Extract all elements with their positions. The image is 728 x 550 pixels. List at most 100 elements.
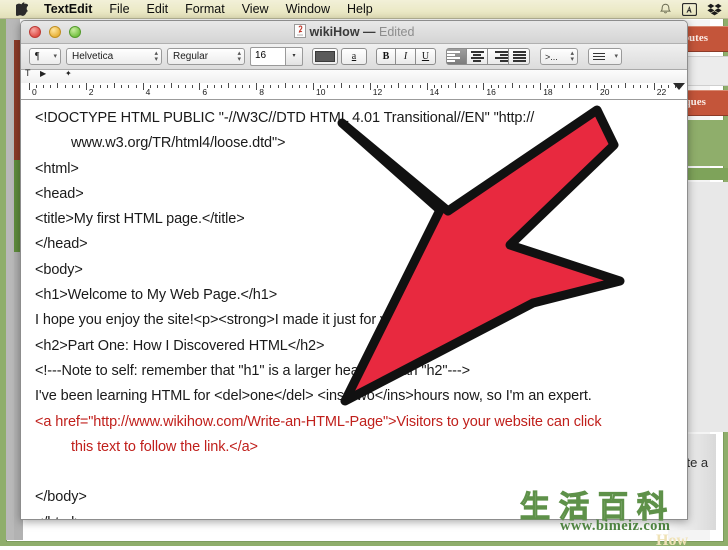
text-color-button[interactable] [312, 48, 338, 65]
font-style-popup[interactable]: Regular ▴ ▾ [167, 48, 245, 65]
document-line[interactable]: www.w3.org/TR/html4/loose.dtd"> [35, 131, 677, 156]
font-size-menu-icon[interactable]: ▾ [285, 47, 303, 66]
stepper-icon: ▴ ▾ [237, 49, 241, 63]
minimize-button[interactable] [49, 26, 61, 38]
textedit-window: wikiHow — Edited ¶ ▾ Helvetica ▴ ▾ Regula… [20, 20, 688, 520]
ruler-tick-minor [163, 85, 165, 88]
ruler-tick-minor [305, 85, 307, 88]
align-right-button[interactable] [488, 48, 509, 65]
left-margin-marker-icon[interactable]: ✦ [65, 69, 72, 78]
window-edited-state: Edited [379, 24, 415, 39]
list-style-popup[interactable]: ▾ [588, 48, 622, 65]
align-left-button[interactable] [446, 48, 467, 65]
ruler-tick-label: 20 [600, 87, 610, 97]
background-color-label: a [351, 51, 357, 62]
document-line[interactable]: <h2>Part One: How I Discovered HTML</h2> [35, 334, 677, 359]
bell-icon[interactable] [659, 3, 672, 16]
ruler-tick-minor [43, 85, 45, 88]
underline-button[interactable]: U [416, 48, 436, 65]
right-margin-marker-icon[interactable] [673, 83, 685, 90]
ruler-tick-minor [171, 83, 172, 88]
ruler-tick-minor [490, 85, 492, 88]
document-line[interactable]: <!DOCTYPE HTML PUBLIC "-//W3C//DTD HTML … [35, 106, 677, 131]
ruler-tick-minor [589, 85, 591, 88]
document-line[interactable]: </body> [35, 485, 677, 510]
ruler-ticks: 0 2 4 6 8 10 12 14 16 18 20 22 [21, 83, 687, 100]
menu-item-file[interactable]: File [109, 2, 129, 16]
ruler-tab-area[interactable]: T ▶ ✦ [21, 68, 687, 83]
format-toolbar: ¶ ▾ Helvetica ▴ ▾ Regular ▴ ▾ 16 ▾ a B I U [21, 44, 687, 70]
text-color-swatch-icon [315, 51, 335, 62]
menu-item-view[interactable]: View [242, 2, 269, 16]
ruler-tick-minor [355, 85, 357, 88]
ruler-tick-minor [320, 85, 322, 88]
align-justify-button[interactable] [509, 48, 530, 65]
close-button[interactable] [29, 26, 41, 38]
ruler-tick-minor [440, 85, 442, 88]
ruler-tick-minor [284, 83, 286, 88]
document-line[interactable]: <a href="http://www.wikihow.com/Write-an… [35, 410, 677, 435]
document-line[interactable]: </html> [35, 511, 677, 519]
input-source-icon[interactable] [682, 2, 697, 16]
line-spacing-popup[interactable]: >... ▴ ▾ [540, 48, 578, 65]
window-controls [29, 26, 81, 38]
ruler-tick-minor [341, 83, 343, 88]
ruler-tick-minor [242, 85, 243, 88]
font-size-control[interactable]: 16 ▾ [250, 47, 303, 66]
ruler-tick-label: 14 [429, 87, 440, 97]
ruler-tick-minor [298, 85, 300, 88]
left-tab-stop-icon[interactable]: T [25, 68, 31, 78]
bold-button[interactable]: B [376, 48, 396, 65]
document-line[interactable]: <html> [35, 157, 677, 182]
ruler-tick-minor [455, 83, 456, 88]
menu-item-textedit[interactable]: TextEdit [44, 2, 92, 16]
ruler-tick-minor [192, 85, 194, 88]
background-color-button[interactable]: a [341, 48, 367, 65]
ruler-tick-minor [100, 85, 101, 88]
document-line[interactable]: <body> [35, 258, 677, 283]
ruler-tick-minor [518, 85, 520, 88]
window-title-bar[interactable]: wikiHow — Edited [21, 21, 687, 44]
stepper-icon: ▴ ▾ [154, 49, 158, 63]
document-line[interactable]: </head> [35, 232, 677, 257]
ruler-tick-minor [36, 85, 38, 88]
ruler-tick-minor [639, 85, 641, 88]
line-spacing-label: >... [545, 51, 558, 62]
document-line[interactable]: <title>My first HTML page.</title> [35, 207, 677, 232]
ruler-tick-minor [554, 85, 556, 88]
font-family-popup[interactable]: Helvetica ▴ ▾ [66, 48, 162, 65]
ruler-tick-major [597, 83, 598, 90]
align-center-button[interactable] [467, 48, 488, 65]
first-line-indent-icon[interactable]: ▶ [40, 69, 46, 78]
document-line[interactable] [35, 460, 677, 485]
text-style-buttons: B I U [376, 48, 436, 65]
document-line[interactable]: I hope you enjoy the site!<p><strong>I m… [35, 308, 677, 333]
ruler-tick-label: 4 [145, 87, 151, 97]
document-line[interactable]: <!---Note to self: remember that "h1" is… [35, 359, 677, 384]
document-line[interactable]: I've been learning HTML for <del>one</de… [35, 384, 677, 409]
menu-item-edit[interactable]: Edit [147, 2, 169, 16]
menu-item-window[interactable]: Window [286, 2, 330, 16]
ruler-tick-minor [92, 85, 94, 88]
ruler-tick-minor [547, 85, 549, 88]
font-size-input[interactable]: 16 [250, 47, 285, 66]
zoom-button[interactable] [69, 26, 81, 38]
ruler-tick-minor [419, 85, 421, 88]
document-ruler[interactable]: T ▶ ✦ 0 2 4 6 8 10 12 14 16 18 20 22 [21, 68, 687, 100]
italic-button[interactable]: I [396, 48, 416, 65]
dropbox-icon[interactable] [707, 3, 722, 16]
ruler-tick-minor [575, 85, 577, 88]
paragraph-style-popup[interactable]: ¶ ▾ [29, 48, 61, 65]
ruler-tick-major [653, 83, 655, 90]
document-line[interactable]: <head> [35, 182, 677, 207]
document-text-area[interactable]: <!DOCTYPE HTML PUBLIC "-//W3C//DTD HTML … [21, 100, 687, 519]
ruler-tick-minor [178, 85, 180, 88]
apple-logo-icon[interactable] [16, 2, 28, 16]
menu-item-help[interactable]: Help [347, 2, 373, 16]
document-line[interactable]: this text to follow the link.</a> [35, 435, 677, 460]
menu-item-format[interactable]: Format [185, 2, 225, 16]
ruler-tick-minor [604, 85, 606, 88]
document-line[interactable]: <h1>Welcome to My Web Page.</h1> [35, 283, 677, 308]
ruler-tick-minor [469, 85, 471, 88]
ruler-tick-minor [533, 85, 535, 88]
